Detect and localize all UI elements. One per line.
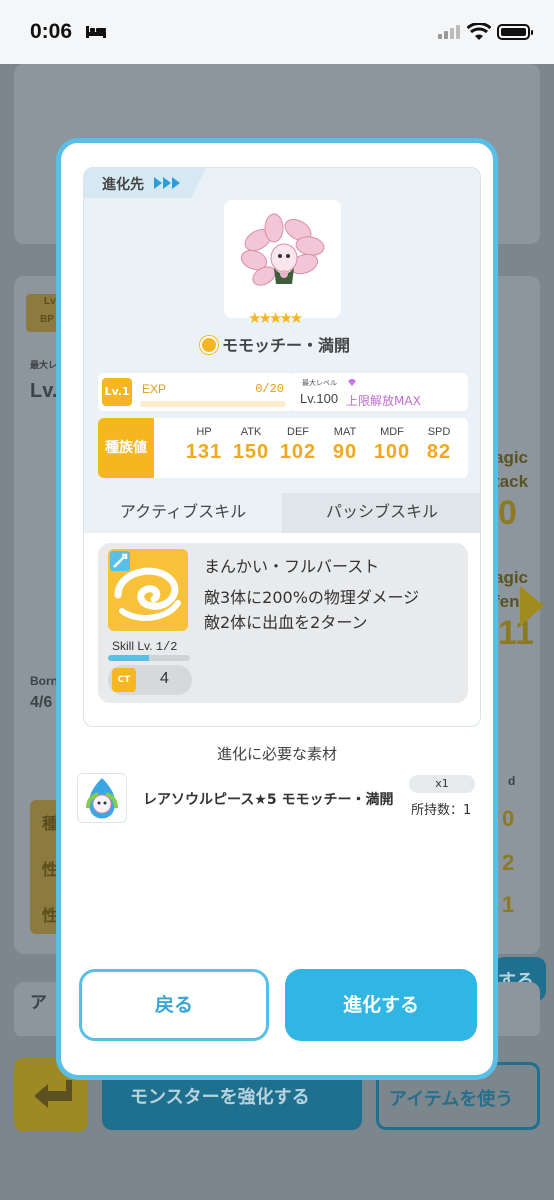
soul-piece-icon	[77, 773, 127, 823]
material-name: レアソウルピース★5 モモッチー・満開	[143, 792, 394, 808]
base-stats-box: 種族値 HP 131 ATK 150 DEF 102 MAT 90 MDF 100 SPD…	[98, 418, 468, 478]
exp-progress-bar	[140, 401, 286, 407]
base-stats-label: 種族値	[98, 418, 154, 478]
level-box: Lv.1 EXP 0/20	[98, 373, 294, 411]
status-bar: 0:06	[0, 0, 554, 64]
cooldown-value: 4	[160, 670, 169, 687]
max-level-value: Lv.100	[300, 391, 339, 406]
evolution-target-tag: 進化先	[84, 168, 206, 198]
stat-spd: SPD 82	[426, 426, 452, 463]
level-badge: Lv.1	[102, 378, 132, 406]
evolution-target-panel: 進化先 ★★★★★ モモッチー・満開 Lv.1 EXP 0/20 最大レベル L…	[83, 167, 481, 727]
sleep-bed-icon	[86, 26, 106, 38]
skill-level: Skill Lv. 1/2	[112, 639, 178, 654]
clock: 0:06	[30, 20, 73, 43]
skill-icon	[108, 549, 188, 631]
skill-area: まんかい・フルバースト 敵3体に200%の物理ダメージ 敵2体に出血を2ターン …	[84, 533, 480, 726]
rarity-stars: ★★★★★	[248, 309, 303, 327]
soul-piece-image	[86, 778, 118, 819]
monster-image	[240, 213, 325, 286]
exp-label: EXP	[142, 382, 167, 396]
limit-break-text: 上限解放MAX	[346, 394, 421, 408]
back-button[interactable]: 戻る	[79, 969, 269, 1041]
tab-passive-skill[interactable]: パッシブスキル	[282, 493, 480, 533]
sword-type-icon	[110, 551, 130, 571]
monster-name: モモッチー・満開	[200, 332, 400, 356]
tab-active-skill[interactable]: アクティブスキル	[84, 493, 282, 533]
stat-mat: MAT 90	[332, 426, 358, 463]
wifi-icon	[467, 23, 491, 40]
evolution-target-label: 進化先	[102, 177, 144, 193]
required-quantity: x1	[409, 775, 475, 793]
forward-arrows-icon	[154, 177, 180, 189]
exp-value: 0/20	[255, 382, 284, 396]
battery-icon	[497, 24, 533, 40]
stat-atk: ATK 150	[232, 426, 270, 463]
sun-element-icon	[200, 336, 218, 354]
gem-icon	[348, 379, 356, 386]
stat-hp: HP 131	[185, 426, 223, 463]
skill-name: まんかい・フルバースト	[204, 557, 380, 576]
monster-portrait	[224, 200, 341, 318]
cooldown-icon: CT	[112, 668, 136, 692]
skill-description: 敵3体に200%の物理ダメージ 敵2体に出血を2ターン	[204, 588, 420, 632]
materials-title: 進化に必要な素材	[216, 745, 337, 763]
evolve-button[interactable]: 進化する	[285, 969, 477, 1041]
cooldown-box: CT 4	[108, 665, 192, 695]
skill-level-bar	[108, 655, 190, 661]
evolution-modal: 進化先 ★★★★★ モモッチー・満開 Lv.1 EXP 0/20 最大レベル L…	[56, 138, 498, 1080]
max-level-label: 最大レベル	[302, 379, 337, 387]
stat-def: DEF 102	[279, 426, 317, 463]
stat-mdf: MDF 100	[373, 426, 411, 463]
background-next-arrow	[520, 586, 544, 626]
owned-count: 所持数：1	[411, 803, 472, 818]
max-level-box: 最大レベル Lv.100 上限解放MAX	[290, 373, 468, 411]
material-row: レアソウルピース★5 モモッチー・満開 x1 所持数：1	[73, 771, 483, 827]
skill-tabs: アクティブスキル パッシブスキル	[84, 493, 480, 533]
skill-card: まんかい・フルバースト 敵3体に200%の物理ダメージ 敵2体に出血を2ターン …	[98, 543, 468, 703]
cellular-signal-icon	[438, 25, 460, 39]
